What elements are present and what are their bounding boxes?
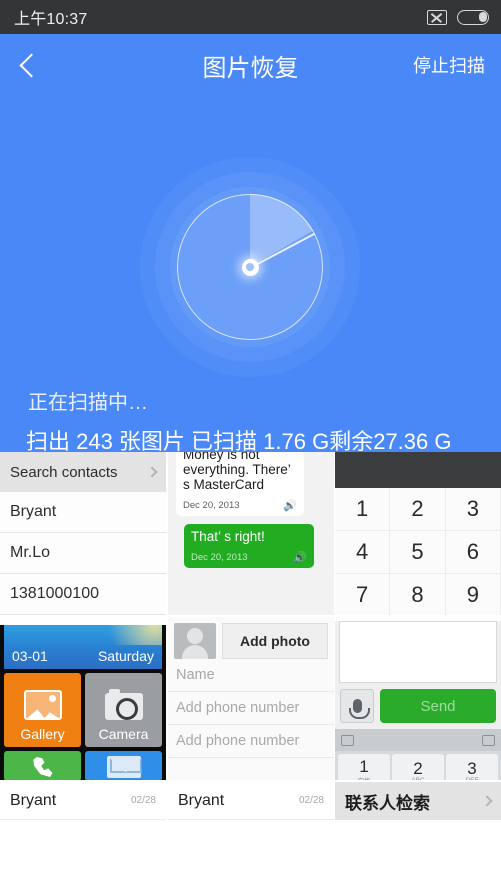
dial-key-9[interactable]: 9 [446,574,501,615]
stop-scan-button[interactable]: 停止扫描 [413,52,485,78]
preview-home-screen[interactable]: 03-01 Saturday Gallery Camera [0,617,166,780]
dial-key-8[interactable]: 8 [390,574,446,615]
call-log-name: Bryant [178,791,225,809]
preview-grid: Search contacts Bryant Mr.Lo 1381000100 … [0,452,501,890]
add-photo-button[interactable]: Add photo [222,623,328,659]
battery-fill [478,12,487,22]
dialer-keypad: 1 2 3 4 5 6 7 8 9 [335,488,501,615]
keyboard-hide-icon[interactable] [482,734,495,746]
preview-column-2: Money is not everything. There’ s Master… [168,452,334,890]
phone-icon [33,757,53,777]
contact-row[interactable]: Mr.Lo [0,533,166,574]
microphone-button[interactable] [340,689,374,723]
call-log-date: 02/28 [130,795,156,806]
dial-key-1[interactable]: 1 [335,488,391,531]
kb-key-3[interactable]: 3 DEF [446,754,498,780]
dial-key-3[interactable]: 3 [445,488,501,531]
keyboard-keys: 1 空格 2 ABC 3 DEF 4 GHI [335,751,501,780]
dialer-display [335,452,501,488]
contact-search-row[interactable]: 联系人检索 [335,782,501,820]
sms-bubble-outgoing[interactable]: That’ s right! Dec 20, 2013 🔊 [184,524,314,568]
search-contacts-label: Search contacts [10,463,118,481]
send-button[interactable]: Send [380,689,496,723]
chevron-left-icon [18,52,44,78]
name-field[interactable]: Name [168,659,334,692]
preview-column-1: Search contacts Bryant Mr.Lo 1381000100 … [0,452,166,890]
sms-date: Dec 20, 2013 [183,500,240,511]
kb-key-1[interactable]: 1 空格 [338,754,390,780]
search-contacts-row[interactable]: Search contacts [0,452,166,492]
scan-detail-text: 扫出 243 张图片 已扫描 1.76 G剩余27.36 G [26,429,452,452]
kb-key-num: 3 [467,758,477,778]
contact-search-label: 联系人检索 [345,793,430,813]
sms-date: Dec 20, 2013 [191,552,248,563]
weather-widget[interactable]: 03-01 Saturday [4,625,162,669]
weather-date: 03-01 [12,648,48,664]
preview-recent-mid[interactable]: Bryant 02/28 [168,782,334,890]
phone-field-1[interactable]: Add phone number [168,692,334,725]
call-log-row[interactable]: Bryant 02/28 [168,782,334,820]
status-time: 上午10:37 [14,11,88,28]
kb-key-sub: 空格 [358,775,371,780]
avatar-icon[interactable] [174,623,216,659]
battery-icon [457,9,489,25]
kb-key-2[interactable]: 2 ABC [392,754,444,780]
radar-hub [241,258,259,276]
status-icons [427,9,489,25]
sms-text: That’ s right! [191,529,265,544]
call-log-name: Bryant [10,791,57,809]
preview-recent-left[interactable]: Bryant 02/28 [0,782,166,890]
preview-contacts-list[interactable]: Search contacts Bryant Mr.Lo 1381000100 [0,452,166,615]
dial-key-5[interactable]: 5 [390,531,446,574]
tile-message[interactable] [85,751,162,780]
kb-key-sub: DEF [465,776,479,781]
preview-column-3: 1 2 3 4 5 6 7 8 9 Send 1 2 ABC 3 DEF 联系人… [335,452,501,890]
back-button[interactable] [0,34,56,96]
speaker-icon[interactable]: 🔊 [283,499,297,512]
dial-key-2[interactable]: 2 [390,488,446,531]
keyboard-toolbar [335,729,501,751]
contact-row[interactable]: 1381000100 [0,574,166,615]
dial-key-7[interactable]: 7 [335,574,391,615]
tile-camera[interactable]: Camera [85,673,162,747]
preview-contact-edit[interactable]: Add photo Name Add phone number Add phon… [168,617,334,780]
dial-key-6[interactable]: 6 [445,531,501,574]
radar-sweep-icon [140,157,360,377]
speaker-icon[interactable]: 🔊 [293,551,307,564]
sim-missing-icon [427,9,447,25]
dial-key-4[interactable]: 4 [335,531,391,574]
kb-key-num: 1 [359,757,369,776]
preview-sms-thread[interactable]: Money is not everything. There’ s Master… [168,452,334,615]
tile-gallery-label: Gallery [20,726,65,742]
sms-text: Money is not everything. There’ s Master… [183,452,291,492]
scan-status-text: 正在扫描中… [28,392,148,414]
sms-bubble-incoming[interactable]: Money is not everything. There’ s Master… [176,452,304,516]
app-tiles: Gallery Camera [0,669,166,780]
call-log-date: 02/28 [298,795,324,806]
weather-day: Saturday [97,648,154,664]
message-icon [106,756,141,778]
kb-key-num: 2 [413,758,423,778]
microphone-icon [348,699,370,719]
kb-key-sub: ABC [411,776,425,781]
keyboard-settings-icon[interactable] [341,734,354,746]
chevron-right-icon [481,795,493,807]
preview-contact-search[interactable]: 联系人检索 [335,782,501,890]
chevron-right-icon [146,466,158,478]
preview-dialer[interactable]: 1 2 3 4 5 6 7 8 9 [335,452,501,615]
status-bar: 上午10:37 [0,0,501,34]
camera-icon [104,689,143,720]
contact-row[interactable]: Bryant [0,492,166,533]
call-log-row[interactable]: Bryant 02/28 [0,782,166,820]
app-header: 图片恢复 停止扫描 [0,34,501,96]
message-input[interactable] [339,621,497,683]
tile-camera-label: Camera [98,726,149,742]
tile-gallery[interactable]: Gallery [4,673,81,747]
phone-field-2[interactable]: Add phone number [168,725,334,758]
tile-phone[interactable] [4,751,81,780]
preview-compose[interactable]: Send 1 空格 2 ABC 3 [335,617,501,780]
scanner-panel: 图片恢复 停止扫描 正在扫描中… 扫出 243 张图片 已扫描 1.76 G剩余… [0,34,501,452]
gallery-icon [23,690,62,720]
